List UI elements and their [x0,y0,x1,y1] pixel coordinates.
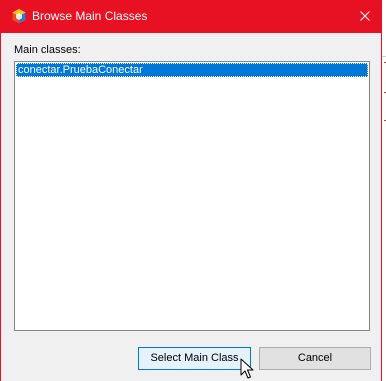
close-icon [360,11,370,21]
list-item-selected[interactable]: conectar.PruebaConectar [16,63,368,77]
netbeans-app-icon [11,8,27,24]
title-bar[interactable]: Browse Main Classes [1,0,381,33]
select-main-class-button[interactable]: Select Main Class [138,347,251,370]
close-button[interactable] [349,0,381,33]
main-classes-label: Main classes: [14,44,81,56]
page: Browse Main Classes Main classes: conect… [0,0,386,381]
mouse-pointer-icon [240,358,254,380]
cancel-button[interactable]: Cancel [259,347,371,370]
main-classes-list[interactable]: conectar.PruebaConectar [14,61,370,331]
browse-main-classes-dialog: Browse Main Classes Main classes: conect… [0,0,382,381]
window-title: Browse Main Classes [32,9,148,23]
